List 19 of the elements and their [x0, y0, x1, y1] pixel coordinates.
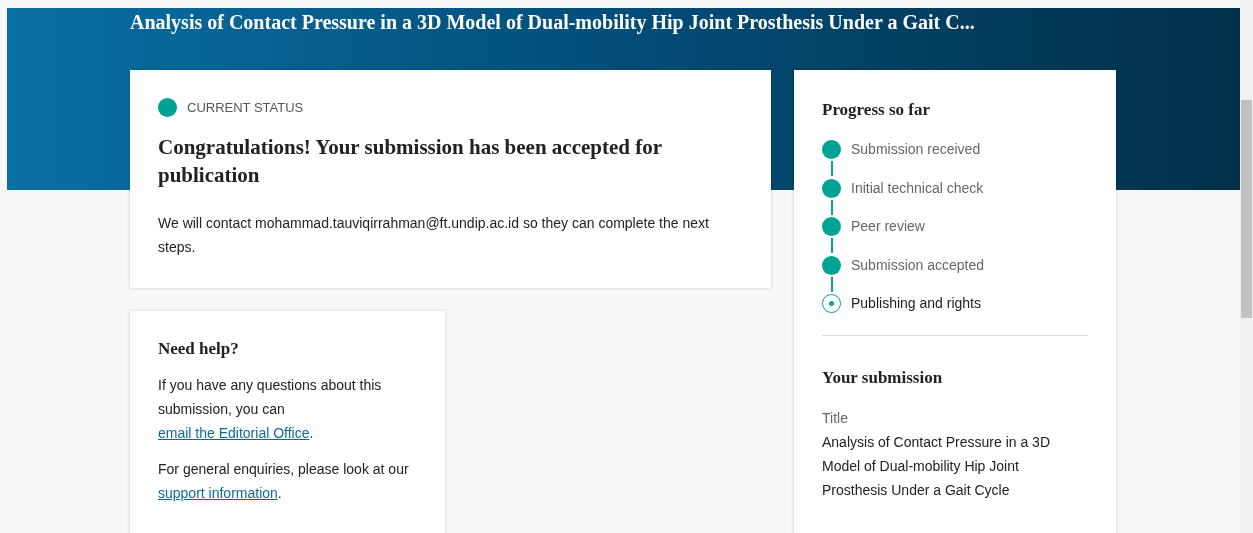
- status-heading: Congratulations! Your submission has been accepted for publication: [158, 134, 663, 189]
- scrollbar[interactable]: [1240, 0, 1253, 533]
- field-label: Title: [822, 409, 849, 426]
- submission-title: Analysis of Contact Pressure in a 3D Model of Dual-mobility Hip Joint Prosthesis Under a Gait Cycle: [822, 432, 1051, 500]
- step-label: Publishing and rights: [851, 294, 981, 313]
- help-heading: Need help?: [158, 338, 240, 360]
- scrollbar-thumb[interactable]: [1241, 100, 1252, 318]
- step-label: Peer review: [851, 217, 925, 236]
- status-label: CURRENT STATUS: [187, 100, 304, 115]
- page-title: Analysis of Contact Pressure in a 3D Model of Dual-mobility Hip Joint Prosthesis Under a Gait C...: [130, 10, 976, 36]
- status-message: We will contact mohammad.tauviqirrahman@ft.undip.ac.id so they can complete the next steps.: [158, 214, 710, 257]
- help-link[interactable]: support information: [158, 485, 278, 501]
- help-text: If you have any questions about this submission, you can email the Editorial Office.: [158, 376, 383, 443]
- step-label: Submission accepted: [851, 255, 985, 275]
- help-text: For general enquiries, please look at our support information.: [158, 460, 410, 503]
- progress-heading: Progress so far: [822, 99, 931, 121]
- step-label: Submission received: [851, 140, 981, 159]
- step-label: Initial technical check: [851, 178, 984, 198]
- submission-heading: Your submission: [822, 366, 944, 389]
